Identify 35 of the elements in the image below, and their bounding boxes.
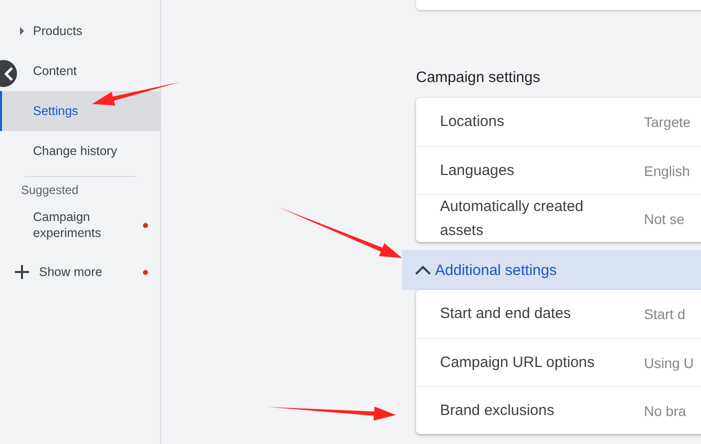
setting-value: Using U	[644, 354, 694, 370]
setting-value: English	[644, 162, 690, 178]
sidebar-item[interactable]: Settings	[0, 91, 160, 131]
caret-icon	[20, 27, 24, 35]
sidebar-item[interactable]: Change history	[16, 131, 160, 171]
notification-dot	[143, 270, 148, 274]
setting-value: No bra	[644, 402, 686, 418]
setting-label: Automatically created assets	[440, 196, 584, 240]
settings-row[interactable]: Campaign URL options Using U	[416, 338, 701, 386]
item-label: Show more	[39, 264, 102, 280]
chevron-left-icon	[4, 66, 13, 80]
settings-row[interactable]: Locations Targete	[416, 98, 701, 146]
settings-row[interactable]: Automatically created assets Not se	[416, 194, 701, 242]
sidebar-item[interactable]: Campaign experiments	[0, 201, 160, 249]
settings-row[interactable]: Start and end dates Start d	[416, 290, 701, 338]
setting-label: Campaign URL options	[440, 352, 596, 372]
sidebar-item[interactable]: Content	[16, 51, 160, 91]
settings-row[interactable]: Brand exclusions No bra	[416, 386, 701, 434]
notification-dot	[143, 222, 148, 228]
setting-value: Not se	[644, 210, 684, 226]
settings-row[interactable]: Languages English	[416, 146, 701, 194]
setting-value: Start d	[644, 306, 686, 322]
setting-label: Locations	[440, 112, 506, 132]
setting-label: Start and end dates	[440, 304, 572, 324]
chevron-up-icon	[415, 265, 431, 275]
setting-label: Languages	[440, 160, 516, 180]
setting-label: Brand exclusions	[440, 400, 556, 420]
section-title: Suggested	[20, 182, 80, 199]
additional-settings-toggle[interactable]: Additional settings	[402, 250, 701, 290]
section-heading: Campaign settings	[416, 68, 542, 88]
item-label: Campaign experiments	[33, 209, 102, 241]
sidebar-item[interactable]: Show more	[0, 249, 160, 295]
setting-value: Targete	[644, 114, 691, 130]
sidebar-item[interactable]: Products	[16, 11, 160, 51]
plus-icon	[15, 265, 29, 279]
